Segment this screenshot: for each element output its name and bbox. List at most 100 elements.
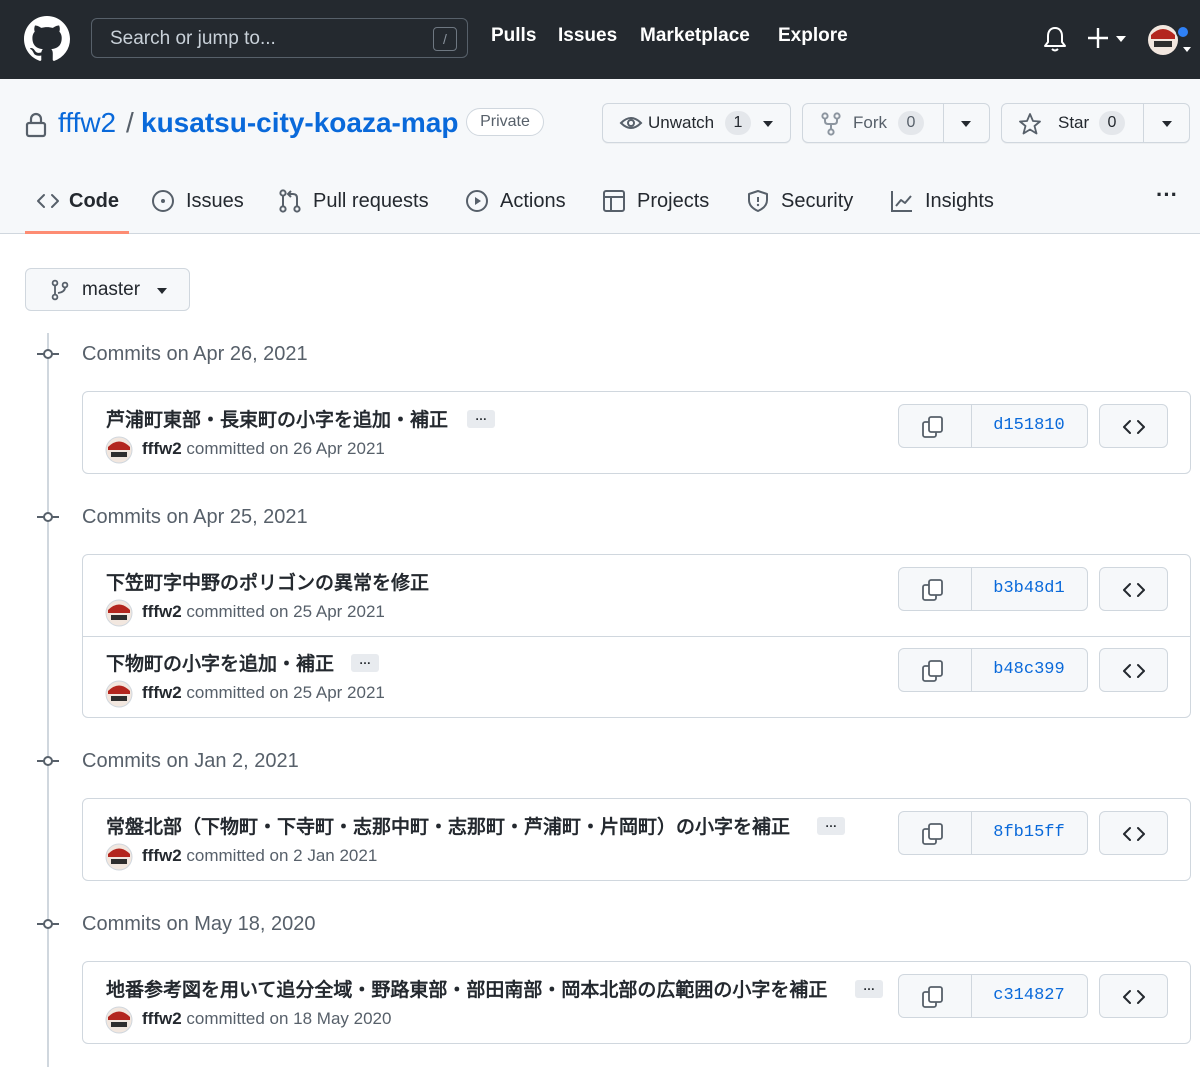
commit-author[interactable]: fffw2: [142, 602, 182, 621]
search-placeholder: Search or jump to...: [110, 28, 276, 49]
tab-actions-label: Actions: [500, 190, 566, 212]
unwatch-button[interactable]: Unwatch 1: [603, 104, 753, 142]
commit-expand-button[interactable]: …: [351, 654, 379, 672]
repo-separator: /: [126, 107, 134, 138]
fork-dropdown-caret[interactable]: [961, 121, 971, 127]
tab-insights-label: Insights: [925, 190, 994, 212]
sha-button-group: b3b48d1: [898, 567, 1088, 611]
tab-actions[interactable]: Actions: [465, 189, 570, 235]
browse-files-button[interactable]: [1099, 404, 1168, 448]
browse-files-button[interactable]: [1099, 567, 1168, 611]
nav-marketplace[interactable]: Marketplace: [640, 25, 750, 47]
plus-icon[interactable]: [1087, 24, 1131, 54]
commit-list: 芦浦町東部・長束町の小字を追加・補正 … fffw2 committed on …: [82, 391, 1191, 474]
commit-group-title: Commits on Apr 25, 2021: [82, 506, 308, 528]
tab-issues[interactable]: Issues: [151, 189, 246, 235]
issue-icon: [152, 190, 174, 212]
commit-message[interactable]: 芦浦町東部・長束町の小字を追加・補正: [106, 405, 448, 432]
commit-sha-link[interactable]: c314827: [971, 986, 1087, 1005]
commit-author[interactable]: fffw2: [142, 1009, 182, 1028]
repo-name-link[interactable]: kusatsu-city-koaza-map: [141, 107, 458, 139]
author-avatar[interactable]: [105, 680, 133, 708]
commit-sha-link[interactable]: d151810: [971, 416, 1087, 435]
browse-files-button[interactable]: [1099, 974, 1168, 1018]
copy-icon[interactable]: [921, 822, 945, 846]
commit-group-title: Commits on May 18, 2020: [82, 913, 316, 935]
star-dropdown-caret[interactable]: [1162, 121, 1172, 127]
lock-icon: [25, 112, 47, 138]
more-tabs-button[interactable]: ···: [1156, 182, 1178, 208]
commit-expand-button[interactable]: …: [817, 817, 845, 835]
commit-message[interactable]: 地番参考図を用いて追分全域・野路東部・部田南部・岡本北部の広範囲の小字を補正: [106, 975, 827, 1002]
author-avatar[interactable]: [105, 599, 133, 627]
author-avatar[interactable]: [105, 436, 133, 464]
commit-date: committed on 26 Apr 2021: [186, 439, 385, 458]
commit-meta: fffw2 committed on 25 Apr 2021: [142, 683, 385, 703]
star-button[interactable]: Star 0: [1002, 104, 1143, 142]
commit-row: 下物町の小字を追加・補正 … fffw2 committed on 25 Apr…: [83, 636, 1190, 717]
commit-date: committed on 25 Apr 2021: [186, 683, 385, 702]
fork-button[interactable]: Fork 0: [803, 104, 943, 142]
global-header: Search or jump to... / Pulls Issues Mark…: [0, 0, 1200, 79]
code-icon: [37, 194, 59, 208]
tab-pull-requests[interactable]: Pull requests: [278, 189, 433, 235]
eye-icon: [619, 117, 643, 129]
tab-projects-label: Projects: [637, 190, 710, 212]
chevron-down-icon: [157, 288, 167, 294]
commit-meta: fffw2 committed on 18 May 2020: [142, 1009, 391, 1029]
browse-files-button[interactable]: [1099, 811, 1168, 855]
tab-insights[interactable]: Insights: [890, 189, 1000, 235]
author-avatar[interactable]: [105, 843, 133, 871]
branch-icon: [51, 279, 69, 301]
copy-icon[interactable]: [921, 578, 945, 602]
commit-message[interactable]: 下笠町字中野のポリゴンの異常を修正: [106, 568, 429, 595]
commit-meta: fffw2 committed on 25 Apr 2021: [142, 602, 385, 622]
user-avatar[interactable]: [1147, 21, 1193, 57]
sha-button-group: b48c399: [898, 648, 1088, 692]
github-logo-icon[interactable]: [24, 16, 70, 62]
bell-icon[interactable]: [1042, 25, 1068, 53]
commit-node-icon: [37, 512, 59, 522]
nav-explore[interactable]: Explore: [778, 25, 848, 47]
commit-sha-link[interactable]: b3b48d1: [971, 579, 1087, 598]
star-icon: [1019, 113, 1041, 135]
code-icon: [1123, 990, 1145, 1004]
star-button-group: Star 0: [1001, 103, 1190, 143]
watch-button-group: Unwatch 1: [602, 103, 791, 143]
commit-sha-link[interactable]: b48c399: [971, 660, 1087, 679]
commit-message[interactable]: 下物町の小字を追加・補正: [106, 649, 334, 676]
commit-sha-link[interactable]: 8fb15ff: [971, 823, 1087, 842]
browse-files-button[interactable]: [1099, 648, 1168, 692]
commit-message[interactable]: 常盤北部（下物町・下寺町・志那中町・志那町・芦浦町・片岡町）の小字を補正: [106, 812, 790, 839]
copy-icon[interactable]: [921, 985, 945, 1009]
tab-security[interactable]: Security: [746, 189, 858, 235]
repo-tabs: Code Issues Pull requests Actions Projec…: [0, 158, 1200, 234]
commit-row: 地番参考図を用いて追分全域・野路東部・部田南部・岡本北部の広範囲の小字を補正 ……: [83, 962, 1190, 1043]
search-input[interactable]: Search or jump to... /: [91, 18, 468, 58]
sha-button-group: c314827: [898, 974, 1088, 1018]
copy-icon[interactable]: [921, 415, 945, 439]
commit-author[interactable]: fffw2: [142, 846, 182, 865]
commit-author[interactable]: fffw2: [142, 439, 182, 458]
author-avatar[interactable]: [105, 1006, 133, 1034]
watch-dropdown-caret[interactable]: [763, 121, 773, 127]
commit-list: 常盤北部（下物町・下寺町・志那中町・志那町・芦浦町・片岡町）の小字を補正 … f…: [82, 798, 1191, 881]
commit-node-icon: [37, 349, 59, 359]
tab-code[interactable]: Code: [36, 189, 126, 235]
commit-expand-button[interactable]: …: [855, 980, 883, 998]
commit-expand-button[interactable]: …: [467, 410, 495, 428]
graph-icon: [891, 191, 912, 212]
nav-pulls[interactable]: Pulls: [491, 25, 536, 47]
tab-projects[interactable]: Projects: [602, 189, 714, 235]
timeline-line: [47, 333, 49, 1067]
code-icon: [1123, 583, 1145, 597]
commit-date: committed on 2 Jan 2021: [186, 846, 378, 865]
branch-selector[interactable]: master: [25, 268, 190, 311]
copy-icon[interactable]: [921, 659, 945, 683]
fork-divider: [943, 104, 944, 142]
commit-author[interactable]: fffw2: [142, 683, 182, 702]
fork-icon: [821, 112, 841, 136]
repo-owner-link[interactable]: fffw2: [58, 107, 116, 139]
nav-issues[interactable]: Issues: [558, 25, 617, 47]
commit-date: committed on 18 May 2020: [186, 1009, 392, 1028]
